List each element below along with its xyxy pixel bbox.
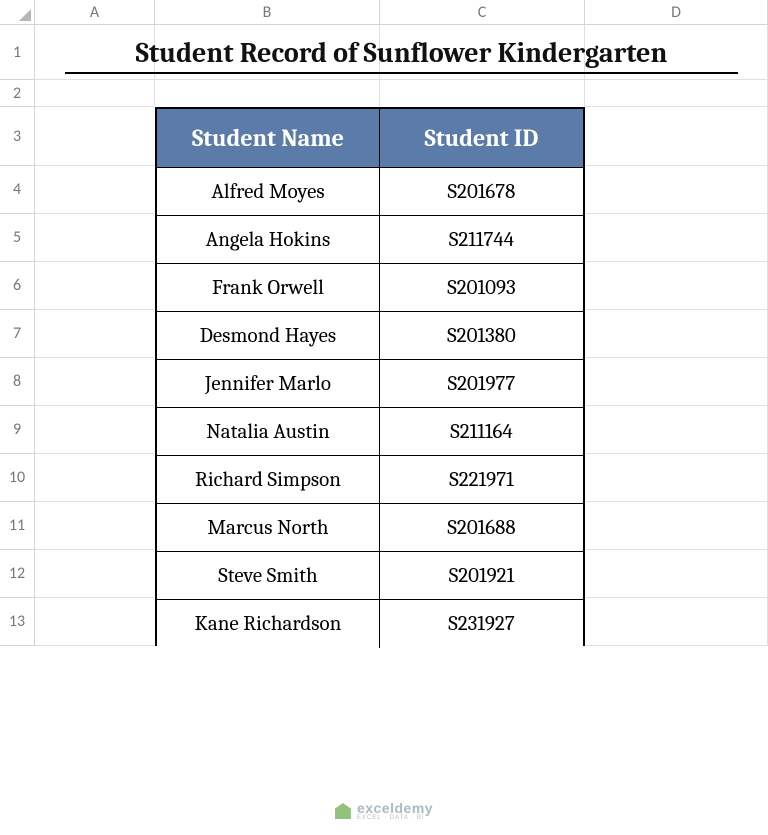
watermark-logo: exceldemy EXCEL · DATA · BI xyxy=(335,801,433,821)
student-table: Student NameStudent IDAlfred MoyesS20167… xyxy=(155,107,585,646)
exceldemy-icon xyxy=(335,803,351,819)
cell-student-id[interactable]: S211744 xyxy=(380,216,583,264)
grid-content: Student Record of Sunflower Kindergarten… xyxy=(35,25,768,646)
column-header-C[interactable]: C xyxy=(380,0,585,25)
row-header-4[interactable]: 4 xyxy=(0,166,35,214)
cell-student-id[interactable]: S201678 xyxy=(380,168,583,216)
cell-student-name[interactable]: Angela Hokins xyxy=(157,216,380,264)
cell-student-id[interactable]: S221971 xyxy=(380,456,583,504)
column-header-B[interactable]: B xyxy=(155,0,380,25)
table-row: Desmond HayesS201380 xyxy=(157,312,583,360)
cell-student-name[interactable]: Steve Smith xyxy=(157,552,380,600)
cell-student-id[interactable]: S201977 xyxy=(380,360,583,408)
cell-student-name[interactable]: Jennifer Marlo xyxy=(157,360,380,408)
row-header-6[interactable]: 6 xyxy=(0,262,35,310)
row-headers: 12345678910111213 xyxy=(0,25,35,646)
watermark-sub: EXCEL · DATA · BI xyxy=(357,815,433,821)
table-row: Richard SimpsonS221971 xyxy=(157,456,583,504)
row-header-7[interactable]: 7 xyxy=(0,310,35,358)
row-header-11[interactable]: 11 xyxy=(0,502,35,550)
table-row: Frank OrwellS201093 xyxy=(157,264,583,312)
row-header-8[interactable]: 8 xyxy=(0,358,35,406)
cell-student-name[interactable]: Alfred Moyes xyxy=(157,168,380,216)
cell-student-name[interactable]: Desmond Hayes xyxy=(157,312,380,360)
table-row: Natalia AustinS211164 xyxy=(157,408,583,456)
column-header-A[interactable]: A xyxy=(35,0,155,25)
cell-student-id[interactable]: S201093 xyxy=(380,264,583,312)
table-row: Steve SmithS201921 xyxy=(157,552,583,600)
cell-student-name[interactable]: Marcus North xyxy=(157,504,380,552)
watermark-text: exceldemy EXCEL · DATA · BI xyxy=(357,801,433,821)
table-row: Jennifer MarloS201977 xyxy=(157,360,583,408)
row-header-12[interactable]: 12 xyxy=(0,550,35,598)
col-student-name[interactable]: Student Name xyxy=(157,109,380,168)
table-row: Alfred MoyesS201678 xyxy=(157,168,583,216)
row-header-2[interactable]: 2 xyxy=(0,80,35,107)
spreadsheet: ABCD 12345678910111213 Student Record of… xyxy=(0,0,768,835)
title-underline xyxy=(65,72,738,74)
row-header-13[interactable]: 13 xyxy=(0,598,35,646)
row-header-1[interactable]: 1 xyxy=(0,25,35,80)
cell-student-name[interactable]: Richard Simpson xyxy=(157,456,380,504)
row-header-3[interactable]: 3 xyxy=(0,107,35,166)
cell-student-id[interactable]: S201380 xyxy=(380,312,583,360)
table-row: Kane RichardsonS231927 xyxy=(157,600,583,648)
table-row: Marcus NorthS201688 xyxy=(157,504,583,552)
cell-student-name[interactable]: Natalia Austin xyxy=(157,408,380,456)
row-header-9[interactable]: 9 xyxy=(0,406,35,454)
column-header-D[interactable]: D xyxy=(585,0,768,25)
cell-student-id[interactable]: S211164 xyxy=(380,408,583,456)
cell-student-id[interactable]: S201688 xyxy=(380,504,583,552)
column-headers: ABCD xyxy=(35,0,768,25)
row-header-5[interactable]: 5 xyxy=(0,214,35,262)
row-header-10[interactable]: 10 xyxy=(0,454,35,502)
col-student-id[interactable]: Student ID xyxy=(380,109,583,168)
select-all-triangle[interactable] xyxy=(0,0,35,25)
cell-student-id[interactable]: S231927 xyxy=(380,600,583,648)
table-row: Angela HokinsS211744 xyxy=(157,216,583,264)
cell-student-id[interactable]: S201921 xyxy=(380,552,583,600)
cell-student-name[interactable]: Kane Richardson xyxy=(157,600,380,648)
cell-student-name[interactable]: Frank Orwell xyxy=(157,264,380,312)
watermark-main: exceldemy xyxy=(357,801,433,815)
